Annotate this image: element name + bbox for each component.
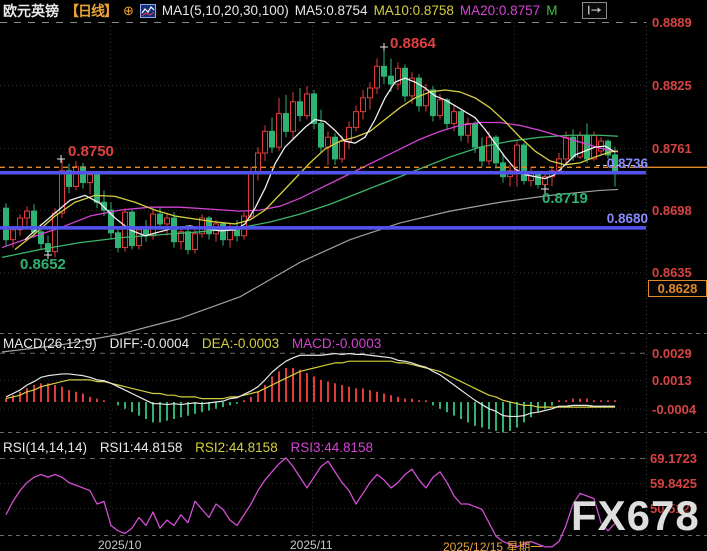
ma100-line [2, 189, 618, 352]
rsi-header: RSI(14,14,14) RSI1:44.8158 RSI2:44.8158 … [3, 440, 382, 455]
candle-up [291, 102, 296, 132]
support-line [0, 226, 646, 230]
ma20-value: MA20:0.8757 [460, 3, 540, 18]
candle-down [270, 131, 275, 147]
candle-down [319, 123, 324, 147]
candle-up [361, 98, 366, 112]
candle-up [165, 218, 170, 224]
candle-up [256, 153, 261, 173]
chart-canvas[interactable] [0, 0, 707, 551]
price-axis-label: 0.8761 [652, 141, 692, 156]
candle-up [438, 100, 443, 116]
candle-down [459, 112, 464, 136]
add-indicator-icon[interactable]: ⊕ [123, 3, 134, 19]
candle-up [305, 94, 310, 116]
price-axis-label: 0.8635 [652, 265, 692, 280]
rsi1-value: RSI1:44.8158 [100, 440, 183, 455]
chart-type-icon[interactable] [140, 4, 156, 18]
macd-macd-value: MACD:-0.0003 [292, 336, 381, 351]
candle-down [81, 167, 86, 183]
time-label-oct: 2025/10 [98, 538, 141, 551]
candle-up [151, 214, 156, 236]
rsi-axis-label: 59.8425 [650, 476, 697, 491]
candle-down [501, 163, 506, 177]
candle-up [249, 173, 254, 216]
candle-up [25, 211, 30, 218]
ma5-value: MA5:0.8754 [295, 3, 368, 18]
candle-up [74, 167, 79, 187]
macd-axis-label: 0.0029 [652, 346, 692, 361]
price-axis-label: 0.8698 [652, 203, 692, 218]
candle-up [466, 123, 471, 135]
macd-axis-label: 0.0013 [652, 373, 692, 388]
ma30-value-truncated: M [546, 3, 557, 18]
candle-down [403, 68, 408, 96]
macd-dea-value: DEA:-0.0003 [202, 336, 279, 351]
support-price-label: 0.8680 [593, 211, 648, 226]
time-label-current: 2025/12/15 星期一 [443, 538, 542, 551]
price-axis-label: 0.8825 [652, 78, 692, 93]
candle-up [564, 137, 569, 159]
candle-up [193, 234, 198, 250]
candle-up [123, 212, 128, 247]
candle-up [277, 114, 282, 147]
candle-down [480, 147, 485, 161]
candle-up [263, 131, 268, 153]
candle-down [158, 214, 163, 224]
candle-down [4, 208, 9, 240]
candle-down [445, 100, 450, 124]
candle-up [53, 213, 58, 251]
candle-up [326, 137, 331, 147]
candle-up [368, 88, 373, 98]
rsi-axis-label: 69.1723 [650, 451, 697, 466]
rsi-line [6, 458, 615, 547]
rsi2-value: RSI2:44.8158 [195, 440, 278, 455]
candle-down [116, 233, 121, 248]
trading-chart-app: 欧元英镑 【日线】 ⊕ MA1(5,10,20,30,100) MA5:0.87… [0, 0, 707, 551]
candle-down [95, 175, 100, 203]
rsi-title: RSI(14,14,14) [3, 440, 87, 455]
swing-low-label: 0.8652 [20, 256, 66, 273]
candle-down [186, 232, 191, 250]
candle-down [417, 78, 422, 106]
macd-header: MACD(26,12,9) DIFF:-0.0004 DEA:-0.0003 M… [3, 336, 390, 351]
swing-low-label: 0.8719 [542, 190, 588, 207]
ma-settings-label: MA1(5,10,20,30,100) [162, 3, 289, 18]
candle-up [452, 112, 457, 124]
symbol-title: 欧元英镑 [3, 1, 59, 21]
candle-down [473, 123, 478, 147]
support-line [0, 171, 646, 175]
exit-panel-icon[interactable] [582, 2, 607, 19]
candle-down [333, 137, 338, 159]
support-price-label: 0.8736 [593, 156, 648, 171]
period-label: 【日线】 [65, 1, 117, 21]
candle-up [340, 141, 345, 159]
candle-down [382, 66, 387, 76]
candle-down [389, 76, 394, 84]
macd-diff-value: DIFF:-0.0004 [110, 336, 190, 351]
candle-up [375, 66, 380, 88]
candle-up [487, 137, 492, 161]
candle-down [284, 114, 289, 132]
rsi3-value: RSI3:44.8158 [290, 440, 373, 455]
candle-down [172, 218, 177, 242]
ma10-value: MA10:0.8758 [374, 3, 454, 18]
swing-high-label: 0.8864 [390, 35, 436, 52]
candle-up [354, 112, 359, 128]
candle-up [11, 230, 16, 240]
candle-down [298, 102, 303, 116]
macd-axis-label: -0.0004 [652, 402, 696, 417]
candle-down [585, 135, 590, 159]
macd-title: MACD(26,12,9) [3, 336, 97, 351]
time-label-nov: 2025/11 [290, 538, 333, 551]
swing-high-label: 0.8750 [68, 143, 114, 160]
candle-up [88, 175, 93, 183]
watermark: FX678 [571, 492, 700, 540]
alert-price-label: 0.8628 [648, 280, 707, 297]
